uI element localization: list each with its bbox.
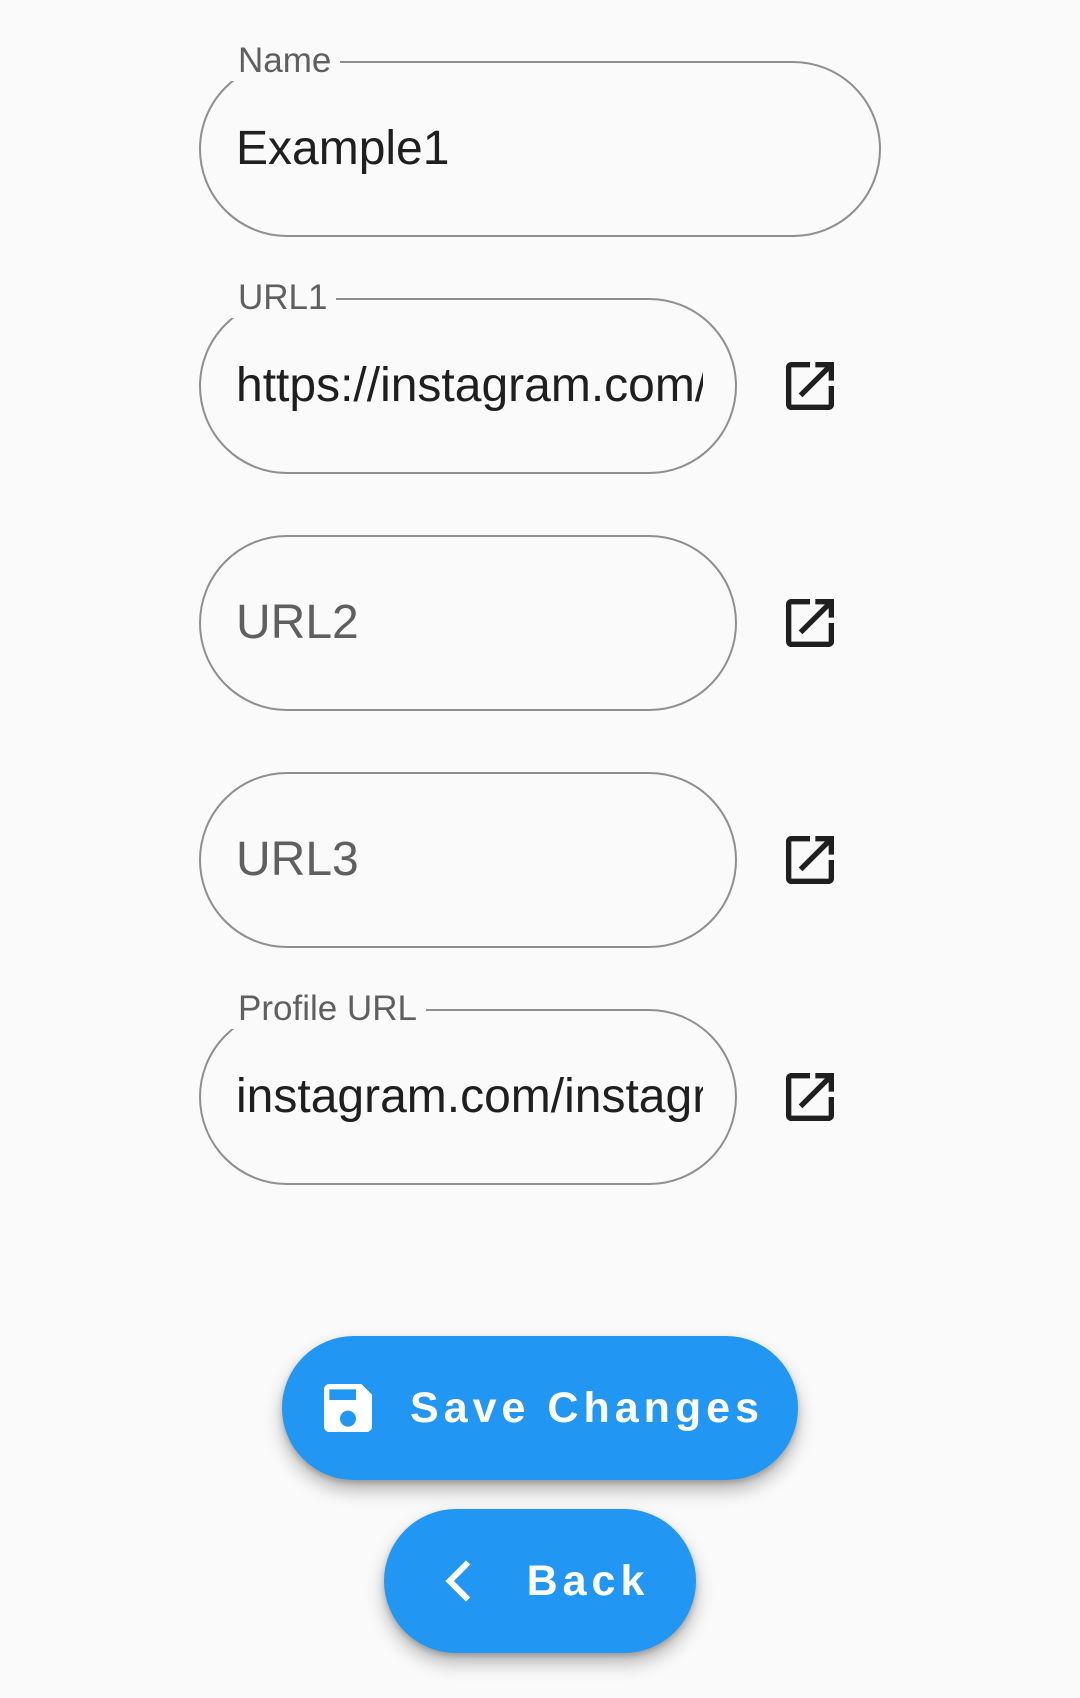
url2-field[interactable]: URL2 bbox=[199, 535, 737, 711]
name-field-label: Name bbox=[229, 41, 341, 81]
url3-field[interactable]: URL3 bbox=[199, 772, 737, 948]
chevron-left-icon bbox=[431, 1553, 487, 1609]
name-field-value[interactable]: Example1 bbox=[236, 119, 847, 179]
open-profile-url-button[interactable] bbox=[772, 1059, 848, 1135]
back-label: Back bbox=[526, 1556, 650, 1605]
open-url1-button[interactable] bbox=[772, 348, 848, 424]
save-changes-button[interactable]: Save Changes bbox=[282, 1336, 798, 1480]
open-url2-button[interactable] bbox=[772, 585, 848, 661]
edit-profile-screen: Name Example1 URL1 https://instagram.com… bbox=[0, 0, 1080, 1698]
url1-field-label: URL1 bbox=[229, 278, 337, 318]
profile-url-field[interactable]: Profile URL instagram.com/instagram bbox=[199, 989, 737, 1185]
url1-field[interactable]: URL1 https://instagram.com/instagram bbox=[199, 278, 737, 474]
url1-field-value[interactable]: https://instagram.com/instagram bbox=[236, 356, 703, 416]
name-field[interactable]: Name Example1 bbox=[199, 41, 881, 237]
url2-field-placeholder: URL2 bbox=[236, 596, 359, 649]
profile-url-field-label: Profile URL bbox=[229, 989, 426, 1029]
open-in-new-icon bbox=[786, 836, 834, 884]
open-in-new-icon bbox=[786, 362, 834, 410]
open-in-new-icon bbox=[786, 1073, 834, 1121]
open-url3-button[interactable] bbox=[772, 822, 848, 898]
profile-url-field-value[interactable]: instagram.com/instagram bbox=[236, 1067, 703, 1127]
url3-field-placeholder: URL3 bbox=[236, 833, 359, 886]
floppy-disk-icon bbox=[316, 1376, 380, 1440]
back-button[interactable]: Back bbox=[384, 1509, 696, 1653]
save-changes-label: Save Changes bbox=[410, 1383, 764, 1432]
open-in-new-icon bbox=[786, 599, 834, 647]
